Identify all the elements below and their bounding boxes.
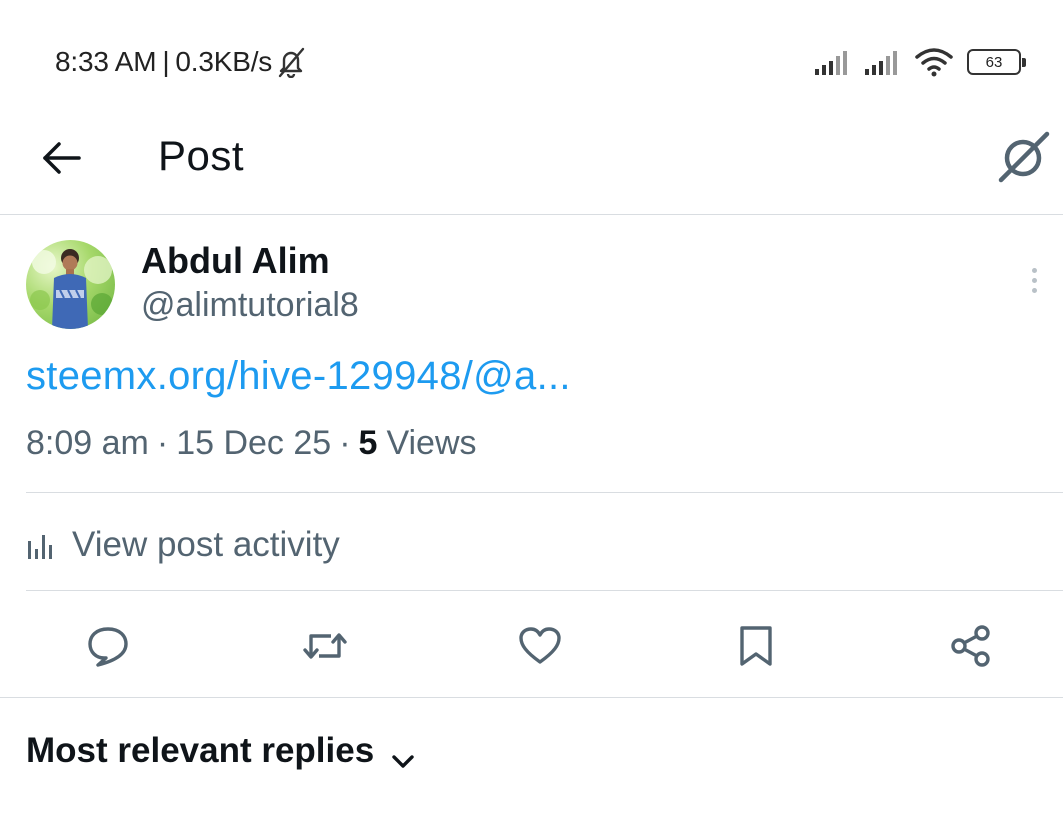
author-handle[interactable]: @alimtutorial8 — [141, 286, 359, 325]
grok-button[interactable] — [991, 126, 1055, 190]
status-network-speed: 0.3KB/s — [175, 46, 273, 77]
more-vertical-icon[interactable] — [1022, 260, 1046, 300]
signal-icon — [865, 49, 905, 75]
like-button[interactable] — [510, 616, 570, 676]
more-dot — [1031, 277, 1037, 283]
heart-icon — [519, 627, 561, 664]
bar-chart-icon — [26, 530, 58, 560]
share-icon — [951, 625, 990, 667]
signal-icon — [815, 49, 855, 75]
meta-separator: · — [339, 424, 351, 462]
status-left: 8:33 AM | 0.3KB/s — [55, 44, 306, 80]
views-count: 5 — [358, 424, 378, 462]
repost-icon — [303, 633, 347, 659]
more-dot — [1031, 267, 1037, 273]
status-time: 8:33 AM — [55, 46, 157, 77]
post-link[interactable]: steemx.org/hive-129948/@a... — [26, 354, 571, 399]
share-button[interactable] — [941, 616, 1001, 676]
replies-sort-dropdown[interactable]: Most relevant replies — [26, 726, 416, 776]
post-meta: 8:09 am · 15 Dec 25 · 5 Views — [26, 424, 477, 463]
reply-button[interactable] — [78, 616, 138, 676]
status-right: 63 — [815, 44, 1026, 80]
view-post-activity-button[interactable]: View post activity — [26, 520, 340, 570]
post-author: Abdul Alim @alimtutorial8 — [26, 240, 1046, 335]
bell-off-icon — [276, 46, 306, 79]
back-button[interactable] — [36, 134, 88, 182]
divider — [26, 492, 1063, 493]
battery-icon: 63 — [967, 49, 1026, 75]
repost-button[interactable] — [295, 616, 355, 676]
avatar[interactable] — [26, 240, 115, 329]
bookmark-icon — [740, 626, 772, 666]
status-separator: | — [162, 46, 170, 77]
bookmark-button[interactable] — [726, 616, 786, 676]
battery-level: 63 — [985, 53, 1003, 71]
arrow-left-icon — [43, 142, 81, 174]
more-dot — [1031, 287, 1037, 293]
app-header: Post — [0, 110, 1063, 215]
meta-separator: · — [156, 424, 169, 462]
post-time[interactable]: 8:09 am — [26, 424, 149, 463]
reply-icon — [88, 627, 128, 667]
grok-icon — [998, 131, 1050, 183]
views-label: Views — [386, 424, 477, 462]
post-actions — [0, 610, 1063, 680]
activity-label: View post activity — [72, 525, 340, 564]
replies-sort-label: Most relevant replies — [26, 731, 375, 770]
post-date[interactable]: 15 Dec 25 — [176, 424, 331, 463]
wifi-icon — [915, 47, 953, 77]
author-name[interactable]: Abdul Alim — [141, 240, 330, 282]
avatar-image — [30, 249, 113, 329]
divider — [26, 590, 1063, 591]
divider — [0, 697, 1063, 698]
chevron-down-icon — [390, 741, 416, 768]
status-bar: 8:33 AM | 0.3KB/s 63 — [0, 0, 1063, 110]
page-title: Post — [158, 132, 245, 179]
